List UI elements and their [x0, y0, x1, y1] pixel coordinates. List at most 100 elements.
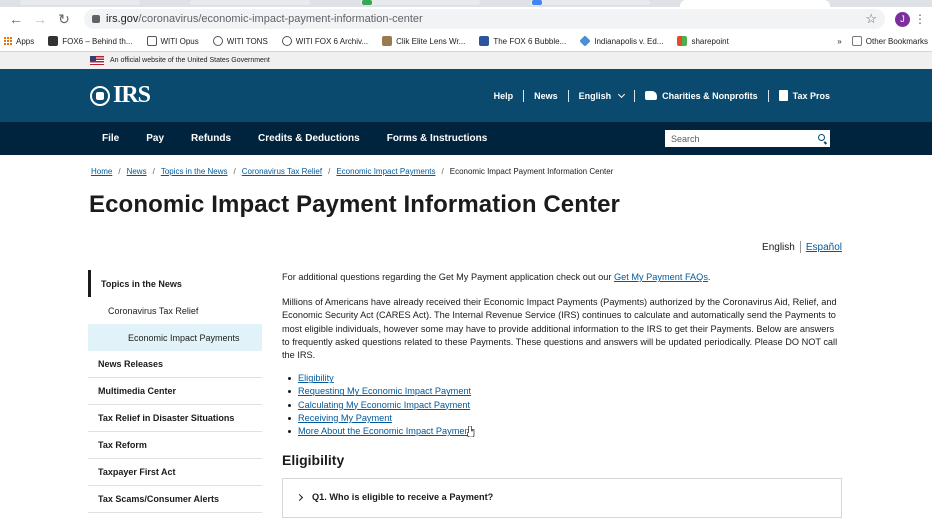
other-bookmarks-label: Other Bookmarks [865, 36, 928, 46]
nav-file[interactable]: File [102, 133, 119, 144]
browser-tab[interactable] [360, 0, 480, 5]
sidebar-item-multimedia[interactable]: Multimedia Center [88, 378, 262, 405]
bookmark-label: sharepoint [691, 36, 729, 46]
search-placeholder: Search [671, 133, 700, 144]
sidebar-item-taxpayer-first[interactable]: Taxpayer First Act [88, 459, 262, 486]
forward-arrow-icon[interactable]: → [30, 9, 50, 29]
nav-forms-instructions[interactable]: Forms & Instructions [387, 133, 488, 144]
bookmark-favicon-icon [479, 36, 490, 46]
bookmark-item[interactable]: WITI TONS [212, 36, 268, 46]
browser-tabstrip [0, 0, 932, 7]
irs-logo[interactable]: IRS [90, 82, 151, 109]
breadcrumb: Home / News / Topics in the News / Coronavi… [91, 167, 614, 176]
bookmark-item[interactable]: Indianapolis v. Ed... [579, 35, 663, 47]
section-heading-eligibility: Eligibility [282, 452, 345, 469]
toc-link-requesting[interactable]: Requesting My Economic Impact Payment [298, 386, 471, 396]
intro-text: For additional questions regarding the G… [282, 272, 614, 282]
toc-link-calculating[interactable]: Calculating My Economic Impact Payment [298, 400, 470, 410]
breadcrumb-current: Economic Impact Payment Information Cent… [449, 167, 614, 176]
url-host: irs.gov [106, 13, 139, 25]
bookmark-label: WITI FOX 6 Archiv... [295, 36, 369, 46]
lock-icon [92, 15, 100, 23]
browser-tab[interactable] [20, 0, 140, 5]
eagle-seal-icon [90, 85, 110, 106]
tab-favicon-icon [362, 0, 372, 5]
bookmark-label: The FOX 6 Bubble... [493, 36, 567, 46]
bookmark-favicon-icon [677, 36, 688, 46]
language-label: English [578, 90, 612, 101]
hand-cursor-icon [467, 426, 475, 437]
sidebar-item-news-releases[interactable]: News Releases [88, 351, 262, 378]
list-item: More About the Economic Impact Payment [282, 425, 842, 438]
search-icon[interactable] [818, 134, 825, 141]
list-item: Receiving My Payment [282, 412, 842, 425]
nav-refunds[interactable]: Refunds [191, 133, 231, 144]
main-content: For additional questions regarding the G… [282, 271, 842, 519]
browser-tab-active[interactable] [680, 0, 830, 7]
sidebar-item-eip[interactable]: Economic Impact Payments [88, 324, 262, 351]
browser-toolbar: ← → ↻ irs.gov/coronavirus/economic-impac… [0, 7, 932, 31]
utility-nav: Help News English Charities & Nonprofits… [494, 89, 830, 102]
list-item: Eligibility [282, 372, 842, 385]
sidebar-item-disaster[interactable]: Tax Relief in Disaster Situations [88, 405, 262, 432]
breadcrumb-coronavirus[interactable]: Coronavirus Tax Relief [242, 167, 322, 176]
charities-link[interactable]: Charities & Nonprofits [645, 91, 758, 101]
tab-favicon-icon [532, 0, 542, 5]
bookmark-favicon-icon [579, 35, 591, 47]
toc-link-more-about[interactable]: More About the Economic Impact Payment [298, 426, 472, 436]
list-item: Requesting My Economic Impact Payment [282, 385, 842, 398]
sidebar-item-coronavirus[interactable]: Coronavirus Tax Relief [88, 297, 262, 324]
search-input[interactable]: Search [665, 130, 830, 147]
page-title: Economic Impact Payment Information Cent… [89, 191, 620, 218]
language-dropdown[interactable]: English [578, 90, 626, 101]
address-bar[interactable]: irs.gov/coronavirus/economic-impact-paym… [84, 9, 885, 29]
sidebar-item-topics[interactable]: Topics in the News [88, 270, 262, 297]
sidebar-item-scams[interactable]: Tax Scams/Consumer Alerts [88, 486, 262, 513]
nav-credits-deductions[interactable]: Credits & Deductions [258, 133, 360, 144]
bookmark-label: WITI TONS [226, 36, 268, 46]
toc-link-eligibility[interactable]: Eligibility [298, 373, 334, 383]
news-link[interactable]: News [534, 91, 558, 101]
document-icon [778, 90, 788, 101]
bookmark-favicon-icon [382, 36, 393, 46]
help-link[interactable]: Help [494, 91, 514, 101]
bookmark-apps[interactable]: Apps [4, 37, 34, 46]
bookmark-item[interactable]: WITI Opus [146, 36, 199, 46]
bookmark-item[interactable]: The FOX 6 Bubble... [479, 36, 566, 46]
bookmark-item[interactable]: WITI FOX 6 Archiv... [281, 36, 369, 46]
lang-spanish-link[interactable]: Español [806, 242, 842, 253]
browser-menu-icon[interactable]: ⋮ [914, 12, 926, 26]
other-bookmarks-button[interactable]: Other Bookmarks [851, 36, 928, 46]
reload-icon[interactable]: ↻ [54, 9, 74, 29]
nav-pay[interactable]: Pay [146, 133, 164, 144]
breadcrumb-news[interactable]: News [127, 167, 147, 176]
charities-label: Charities & Nonprofits [662, 90, 758, 101]
language-switcher: English Español [762, 241, 842, 253]
bookmarks-overflow-button[interactable]: » [837, 37, 841, 46]
globe-icon [212, 36, 223, 46]
back-arrow-icon[interactable]: ← [6, 9, 26, 29]
intro-paragraph: For additional questions regarding the G… [282, 271, 842, 284]
bookmark-item[interactable]: FOX6 – Behind th... [48, 36, 133, 46]
get-my-payment-faqs-link[interactable]: Get My Payment FAQs [614, 272, 708, 282]
breadcrumb-home[interactable]: Home [91, 167, 112, 176]
tax-pros-link[interactable]: Tax Pros [778, 90, 830, 101]
breadcrumb-topics[interactable]: Topics in the News [161, 167, 228, 176]
accordion-q1[interactable]: Q1. Who is eligible to receive a Payment… [282, 478, 842, 519]
bookmark-item[interactable]: sharepoint [677, 36, 729, 46]
toc-link-receiving[interactable]: Receiving My Payment [298, 413, 392, 423]
url-path: /coronavirus/economic-impact-payment-inf… [138, 13, 423, 25]
breadcrumb-eip[interactable]: Economic Impact Payments [336, 167, 435, 176]
lang-current: English [762, 241, 795, 253]
toc-list: Eligibility Requesting My Economic Impac… [282, 372, 842, 438]
browser-tab[interactable] [190, 0, 310, 5]
apps-grid-icon [4, 37, 12, 45]
bookmark-star-icon[interactable]: ☆ [865, 11, 877, 27]
main-nav: File Pay Refunds Credits & Deductions Fo… [0, 122, 932, 155]
logo-text: IRS [113, 82, 151, 108]
bookmark-item[interactable]: Clik Elite Lens Wr... [382, 36, 465, 46]
browser-tab[interactable] [530, 0, 650, 5]
bookmark-label: FOX6 – Behind th... [62, 36, 133, 46]
profile-avatar[interactable]: J [895, 11, 910, 27]
sidebar-item-tax-reform[interactable]: Tax Reform [88, 432, 262, 459]
